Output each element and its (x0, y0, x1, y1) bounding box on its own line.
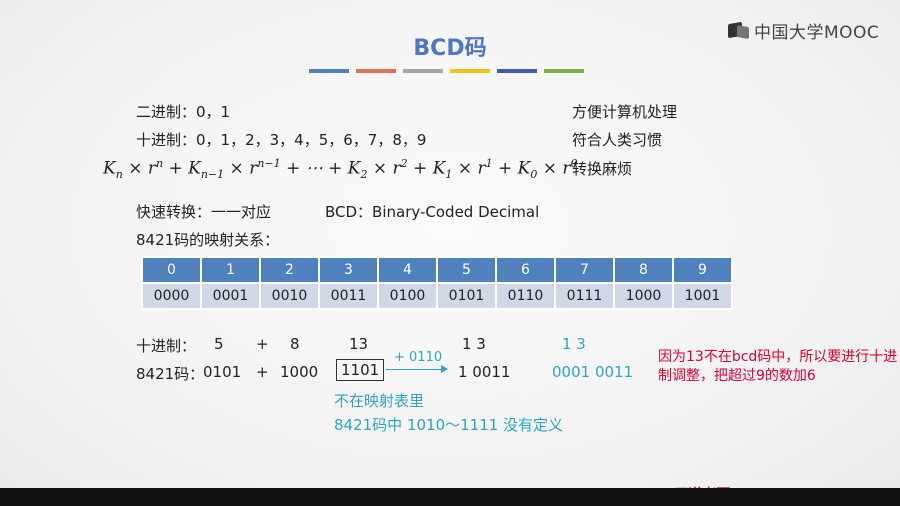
example-bcd-b: 1000 (280, 363, 319, 381)
table-cell-digit: 9 (672, 256, 733, 284)
table-cell-digit: 2 (259, 256, 320, 284)
table-row-digits: 0123456789 (141, 256, 733, 284)
slide-title: BCD码 (413, 36, 487, 61)
table-cell-code: 0101 (436, 282, 497, 310)
table-cell-digit: 5 (436, 256, 497, 284)
positional-formula: Kn × rn + Kn−1 × rn−1 + ⋯ + K2 × r2 + K1… (103, 157, 578, 182)
table-cell-code: 1000 (613, 282, 674, 310)
example-bcd-sum: 1101 (336, 359, 385, 381)
example-dec-label: 十进制： (136, 337, 197, 355)
example-dec-b: 8 (290, 335, 300, 353)
table-cell-code: 0001 (200, 282, 261, 310)
mapping-title: 8421码的映射关系： (136, 231, 280, 249)
color-bar (497, 69, 537, 73)
decimal-line: 十进制：0，1，2，3，4，5，6，7，8，9 (136, 131, 427, 149)
formula-note: 转换麻烦 (572, 160, 633, 178)
table-cell-digit: 4 (377, 256, 438, 284)
slide: 中国大学MOOC BCD码 二进制：0，1 方便计算机处理 十进制：0，1，2，… (0, 0, 900, 506)
annotation-note: 因为13不在bcd码中，所以要进行十进制调整，把超过9的数加6 (658, 349, 898, 384)
example-bcd-result: 1 0011 (458, 363, 511, 381)
table-cell-code: 0011 (318, 282, 379, 310)
table-cell-code: 0010 (259, 282, 320, 310)
color-bars (309, 69, 584, 73)
example-bcd-label: 8421码： (136, 365, 205, 383)
not-in-table-note: 不在映射表里 (334, 392, 425, 410)
example-bcd-a: 0101 (203, 363, 242, 381)
example-dec-a: 5 (214, 335, 224, 353)
table-cell-digit: 3 (318, 256, 379, 284)
table-cell-code: 0100 (377, 282, 438, 310)
table-row-codes: 0000 0001 0010 0011 0100 0101 0110 0111 1000 1001 (141, 282, 733, 310)
table-cell-digit: 8 (613, 256, 674, 284)
example-bcd-result-blue: 0001 0011 (552, 363, 634, 381)
table-cell-digit: 7 (554, 256, 615, 284)
example-plus-2: + (256, 363, 269, 381)
adjust-label: + 0110 (394, 350, 443, 365)
binary-note: 方便计算机处理 (572, 103, 678, 121)
table-cell-digit: 1 (200, 256, 261, 284)
table-cell-code: 0111 (554, 282, 615, 310)
example-dec-result-blue: 1 3 (562, 335, 586, 353)
bcd-mapping-table: 0123456789 0000 0001 0010 0011 0100 0101 0110 0… (141, 256, 733, 310)
color-bar (544, 69, 584, 73)
binary-line: 二进制：0，1 (136, 103, 231, 121)
undefined-range-note: 8421码中 1010～1111 没有定义 (334, 416, 564, 434)
example-dec-sum: 13 (349, 335, 369, 353)
bcd-sum-box: 1101 (336, 359, 385, 381)
decimal-note: 符合人类习惯 (572, 131, 663, 149)
color-bar (403, 69, 443, 73)
example-plus-1: + (256, 335, 269, 353)
bcd-definition: BCD：Binary-Coded Decimal (325, 203, 540, 221)
color-bar (450, 69, 490, 73)
table-cell-code: 0110 (495, 282, 556, 310)
quick-convert-label: 快速转换：一一对应 (136, 203, 272, 221)
table-cell-digit: 0 (141, 256, 202, 284)
arrow-icon (386, 365, 448, 373)
table-cell-code: 1001 (672, 282, 733, 310)
table-cell-code: 0000 (141, 282, 202, 310)
color-bar (356, 69, 396, 73)
table-cell-digit: 6 (495, 256, 556, 284)
bottom-frame (0, 488, 900, 506)
example-dec-result: 1 3 (462, 335, 486, 353)
color-bar (309, 69, 349, 73)
